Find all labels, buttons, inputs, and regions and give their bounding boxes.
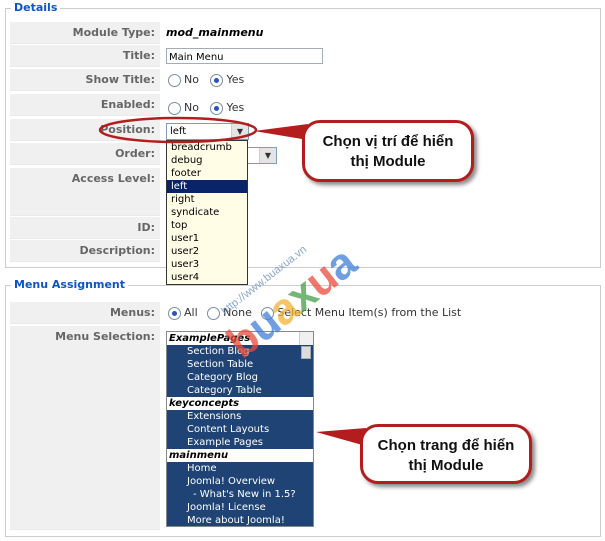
menu-group-header: mainmenu [167,449,313,462]
enabled-options: No Yes [166,97,244,119]
menu-selection-scrollbar[interactable] [299,332,313,359]
row-enabled: Enabled: No Yes [10,94,596,116]
menu-selection-item[interactable]: More about Joomla! [167,514,313,526]
position-dropdown-list[interactable]: breadcrumb debug footer left right syndicate t… [166,140,248,285]
position-option[interactable]: left [167,180,247,193]
menus-options: All None Select Menu Item(s) from the Li… [166,302,461,324]
position-option[interactable]: user4 [167,271,247,284]
enabled-yes-label: Yes [226,101,245,114]
menus-none-label: None [223,306,252,319]
module-type-label: Module Type: [10,22,160,44]
menu-selection-item[interactable]: Section Blog [167,345,313,358]
show-title-label: Show Title: [10,69,160,91]
menu-selection-list[interactable]: ExamplePages Section Blog Section Table Cat… [166,331,314,527]
enabled-no-label: No [184,101,199,114]
position-option[interactable]: user3 [167,258,247,271]
position-option[interactable]: syndicate [167,206,247,219]
menus-all-label: All [184,306,198,319]
menu-selection-item[interactable]: Example Pages [167,436,313,449]
row-description: Description: [10,240,596,262]
title-input-value: Main Menu [169,52,224,63]
menu-selection-item[interactable]: Joomla! License [167,501,313,514]
order-label: Order: [10,143,160,165]
position-option[interactable]: top [167,219,247,232]
menus-select-radio[interactable] [261,306,275,320]
menu-callout: Chọn trang để hiển thị Module [360,424,532,484]
menu-callout-text: Chọn trang để hiển thị Module [377,437,515,474]
position-select-value: left [170,126,187,137]
menu-selection-item[interactable]: Category Table [167,384,313,397]
access-level-label: Access Level: [10,168,160,216]
show-title-yes-radio[interactable] [210,73,224,87]
order-chevron-down-icon[interactable]: ▼ [259,148,276,163]
scrollbar-thumb[interactable] [301,346,311,359]
show-title-options: No Yes [166,69,244,91]
id-label: ID: [10,217,160,239]
position-option[interactable]: footer [167,167,247,180]
menu-selection-item[interactable]: Joomla! Overview [167,475,313,488]
menu-selection-label: Menu Selection: [10,326,160,530]
details-legend: Details [11,1,61,14]
position-option[interactable]: breadcrumb [167,141,247,154]
menus-select-label: Select Menu Item(s) from the List [277,306,462,319]
position-option[interactable]: user1 [167,232,247,245]
module-type-value: mod_mainmenu [166,26,264,39]
position-callout: Chọn vị trí để hiển thị Module [302,120,474,182]
row-menus: Menus: All None Select Menu Item(s) from… [10,302,596,324]
enabled-no-radio[interactable] [168,101,181,115]
menu-selection-item[interactable]: - What's New in 1.5? [167,488,313,501]
row-show-title: Show Title: No Yes [10,69,596,91]
position-label: Position: [10,119,160,141]
show-title-no-label: No [184,73,199,86]
row-module-type: Module Type: mod_mainmenu [10,22,596,44]
row-id: ID: [10,217,596,239]
title-label: Title: [10,45,160,67]
menus-label: Menus: [10,302,160,324]
menus-all-radio[interactable] [168,306,181,320]
position-select[interactable]: left ▼ [166,123,249,140]
menu-selection-item[interactable]: Category Blog [167,371,313,384]
enabled-label: Enabled: [10,94,160,116]
chevron-down-icon[interactable]: ▼ [231,124,248,139]
menu-selection-item[interactable]: Home [167,462,313,475]
menu-selection-item[interactable]: Section Table [167,358,313,371]
position-option[interactable]: user2 [167,245,247,258]
row-access-level: Access Level: [10,168,596,216]
position-option[interactable]: debug [167,154,247,167]
description-label: Description: [10,240,160,262]
show-title-no-radio[interactable] [168,73,181,87]
menu-group-header: ExamplePages [167,332,313,345]
show-title-yes-label: Yes [226,73,245,86]
title-input[interactable]: Main Menu [166,48,323,64]
position-option[interactable]: right [167,193,247,206]
position-callout-text: Chọn vị trí để hiển thị Module [322,133,454,170]
row-title: Title: Main Menu [10,45,596,67]
menu-assignment-legend: Menu Assignment [11,278,128,291]
menu-group-header: keyconcepts [167,397,313,410]
menu-selection-item[interactable]: Content Layouts [167,423,313,436]
enabled-yes-radio[interactable] [210,101,224,115]
menu-selection-item[interactable]: Extensions [167,410,313,423]
menus-none-radio[interactable] [207,306,221,320]
